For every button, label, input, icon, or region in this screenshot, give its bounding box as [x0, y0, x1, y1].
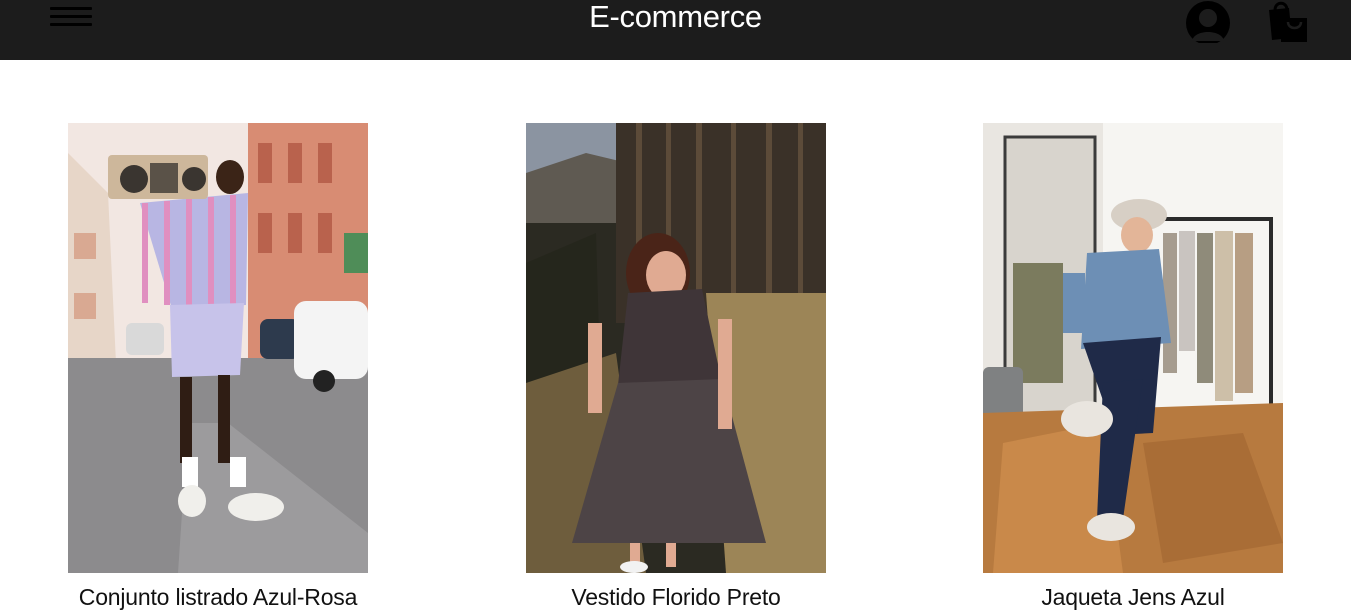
product-card[interactable]: Jaqueta Jens Azul: [983, 123, 1283, 610]
product-card[interactable]: Conjunto listrado Azul-Rosa: [68, 123, 368, 610]
product-card[interactable]: Vestido Florido Preto: [526, 123, 826, 610]
product-name[interactable]: Jaqueta Jens Azul: [923, 584, 1343, 611]
user-account-icon: [1186, 1, 1230, 43]
product-name[interactable]: Vestido Florido Preto: [466, 584, 886, 611]
site-title: E-commerce: [589, 0, 762, 34]
shopping-bag-icon: [1269, 1, 1307, 42]
cart-button[interactable]: [1265, 0, 1309, 44]
account-button[interactable]: [1184, 1, 1232, 43]
product-name[interactable]: Conjunto listrado Azul-Rosa: [8, 584, 428, 611]
product-image[interactable]: [983, 123, 1283, 573]
product-image[interactable]: [526, 123, 826, 573]
product-image[interactable]: [68, 123, 368, 573]
top-navigation-bar: E-commerce: [0, 0, 1351, 60]
